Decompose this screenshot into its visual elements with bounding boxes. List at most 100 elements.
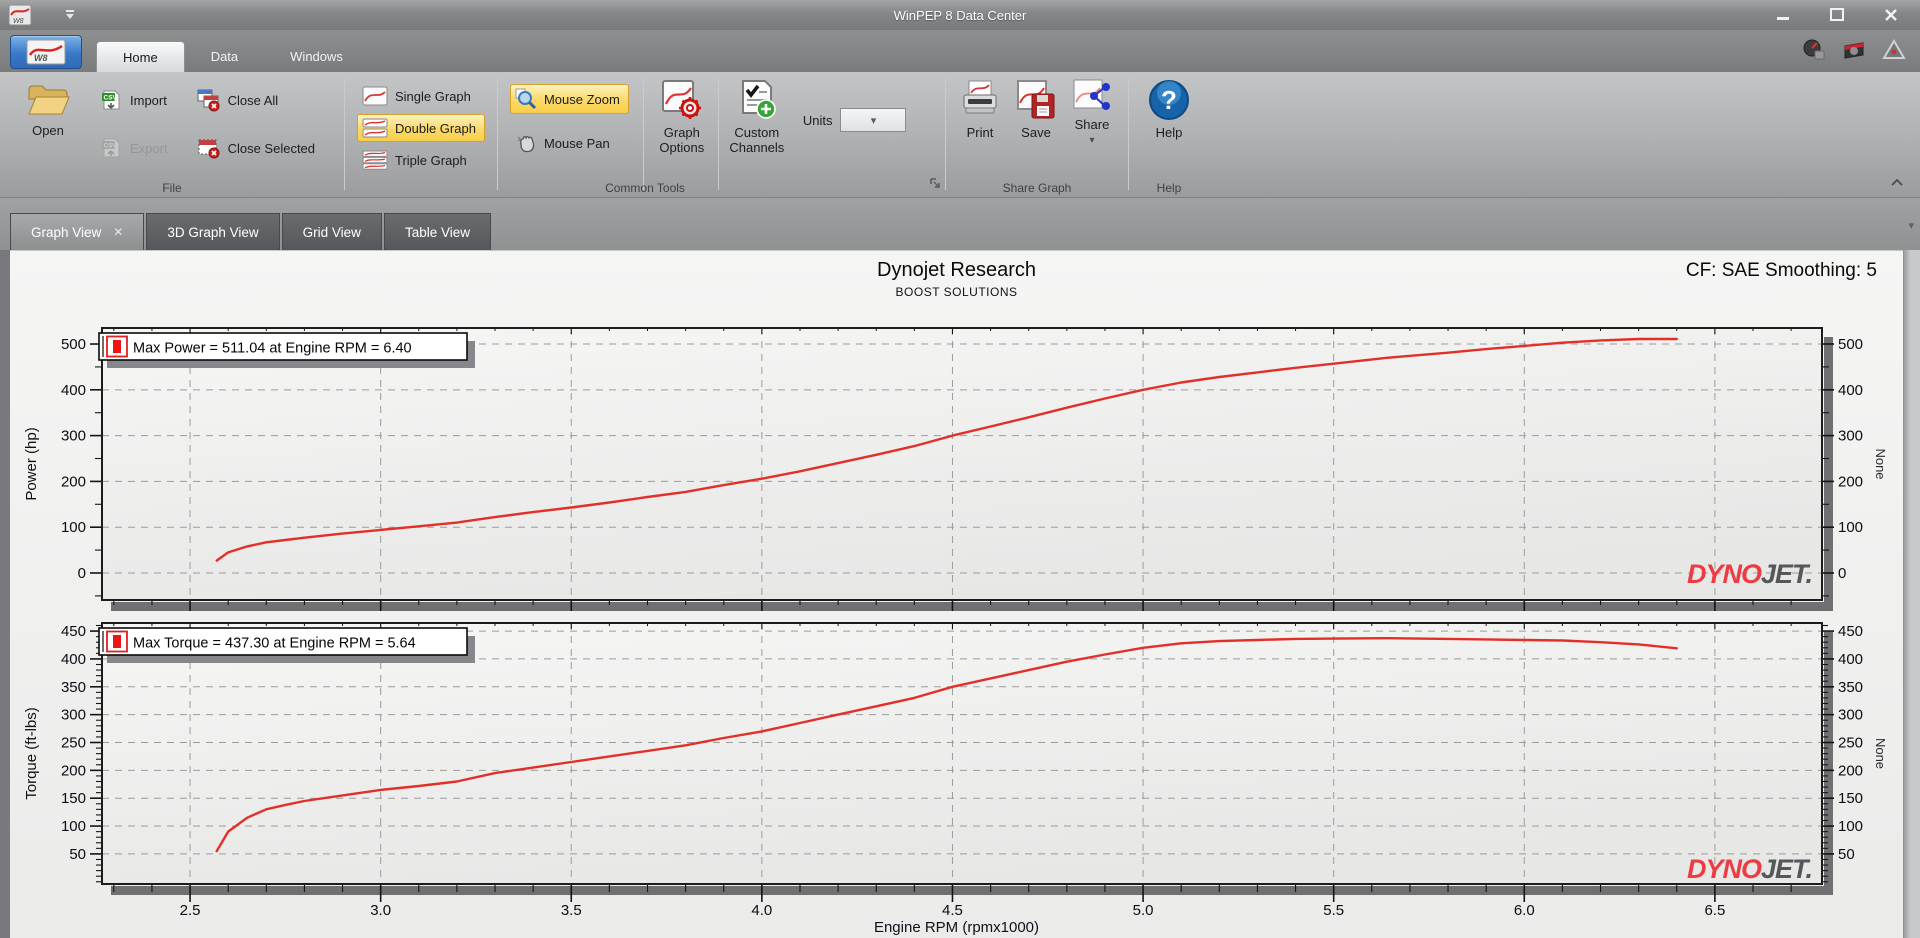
svg-text:300: 300 — [61, 707, 86, 724]
warning-triangle-icon[interactable] — [1882, 38, 1906, 67]
help-button[interactable]: ? Help — [1137, 72, 1201, 140]
app-icon: W8 — [8, 3, 32, 32]
close-all-button[interactable]: Close All — [191, 84, 324, 116]
svg-text:6.5: 6.5 — [1704, 902, 1725, 919]
close-selected-button[interactable]: Close Selected — [191, 132, 324, 164]
ribbon-tabs: Home Data Windows — [96, 41, 369, 72]
close-tab-icon[interactable]: ✕ — [113, 225, 123, 239]
svg-text:200: 200 — [1838, 762, 1863, 779]
graph-title: Dynojet Research — [877, 259, 1036, 281]
power-chart[interactable]: 0 0 100 100 200 200 300 300 400 400 500 500 DYNOJET.… — [10, 307, 1903, 613]
graph-view-canvas: Dynojet Research BOOST SOLUTIONS CF: SAE… — [10, 250, 1903, 938]
svg-text:250: 250 — [61, 734, 86, 751]
ribbon: Open CSV Import CSV Export Close All Clo… — [0, 72, 1920, 198]
ribbon-group-file: Open CSV Import CSV Export Close All Clo… — [0, 72, 344, 197]
svg-text:4.0: 4.0 — [751, 902, 772, 919]
import-button[interactable]: CSV Import — [94, 84, 177, 116]
tab-graph-view[interactable]: Graph View ✕ — [10, 213, 145, 250]
dynojet-watermark: DYNOJET. — [1687, 854, 1812, 884]
custom-channels-icon — [741, 80, 776, 119]
close-all-icon — [197, 89, 220, 112]
help-group-label: Help — [1156, 181, 1182, 195]
svg-text:3.5: 3.5 — [561, 902, 582, 919]
svg-text:150: 150 — [61, 790, 86, 807]
svg-text:W8: W8 — [13, 18, 24, 25]
tab-grid-view[interactable]: Grid View — [281, 213, 382, 250]
svg-text:0: 0 — [1838, 565, 1846, 582]
ribbon-separator — [496, 78, 498, 190]
units-dropdown[interactable]: ▾ — [840, 108, 907, 132]
print-button[interactable]: Print — [952, 72, 1008, 140]
svg-text:400: 400 — [1838, 651, 1863, 668]
share-button[interactable]: Share ▾ — [1064, 72, 1120, 148]
svg-text:100: 100 — [61, 519, 86, 536]
share-icon — [1073, 79, 1110, 110]
svg-text:400: 400 — [61, 651, 86, 668]
single-graph-icon — [362, 86, 388, 106]
gauge-icon[interactable] — [1802, 38, 1826, 67]
import-csv-icon: CSV — [102, 90, 120, 110]
tab-overflow-icon[interactable]: ▾ — [1908, 219, 1914, 232]
ribbon-separator — [717, 78, 719, 190]
ribbon-group-common-tools: Single Graph Double Graph Triple Graph M… — [345, 72, 945, 197]
ribbon-separator — [642, 78, 644, 190]
application-menu-button[interactable]: W8 — [10, 35, 82, 69]
svg-text:300: 300 — [1838, 707, 1863, 724]
svg-text:Max Torque = 437.30 at Engine: Max Torque = 437.30 at Engine RPM = 5.64 — [133, 636, 416, 652]
double-graph-button[interactable]: Double Graph — [357, 114, 485, 142]
file-group-label: File — [162, 181, 182, 195]
svg-text:4.5: 4.5 — [942, 902, 963, 919]
x-axis-title: Engine RPM (rpmx1000) — [873, 919, 1040, 936]
torque-chart[interactable]: 50 50 100 100 150 150 200 200 250 250 300 300 350 350… — [10, 616, 1903, 926]
dialog-launcher-icon[interactable] — [929, 176, 941, 194]
ribbon-collapse-icon[interactable] — [1890, 175, 1904, 193]
graph-options-button[interactable]: Graph Options — [650, 72, 714, 155]
minimize-icon[interactable] — [1770, 6, 1796, 24]
svg-text:200: 200 — [61, 473, 86, 490]
ribbon-tab-windows[interactable]: Windows — [264, 41, 369, 72]
power-y-axis-label: Power (hp) — [23, 427, 40, 500]
tab-3d-graph-view[interactable]: 3D Graph View — [146, 213, 280, 250]
tab-table-view[interactable]: Table View — [383, 213, 491, 250]
ribbon-tab-row: W8 Home Data Windows — [0, 30, 1920, 72]
svg-text:50: 50 — [1838, 846, 1855, 863]
svg-text:350: 350 — [61, 679, 86, 696]
svg-text:?: ? — [1161, 85, 1177, 115]
window-right-edge — [1903, 250, 1920, 938]
mouse-zoom-button[interactable]: Mouse Zoom — [509, 84, 629, 114]
svg-text:2.5: 2.5 — [180, 902, 201, 919]
save-button[interactable]: Save — [1008, 72, 1064, 140]
share-group-label: Share Graph — [1002, 181, 1072, 195]
print-icon — [963, 80, 997, 114]
save-icon — [1017, 80, 1055, 119]
mouse-pan-icon — [517, 135, 535, 153]
svg-text:6.0: 6.0 — [1514, 902, 1535, 919]
torque-legend: Max Torque = 437.30 at Engine RPM = 5.64 — [98, 627, 475, 663]
svg-text:0: 0 — [78, 565, 86, 582]
quick-access-dropdown-icon[interactable] — [64, 8, 76, 26]
svg-text:100: 100 — [1838, 519, 1863, 536]
chevron-down-icon: ▾ — [1089, 135, 1095, 146]
mouse-pan-button[interactable]: Mouse Pan — [510, 128, 629, 158]
svg-text:150: 150 — [1838, 790, 1863, 807]
svg-text:5.5: 5.5 — [1323, 902, 1344, 919]
close-icon[interactable] — [1878, 6, 1904, 24]
single-graph-button[interactable]: Single Graph — [357, 82, 485, 110]
torque-y-axis-label: Torque (ft-lbs) — [23, 707, 40, 800]
triple-graph-button[interactable]: Triple Graph — [357, 146, 485, 174]
open-button[interactable]: Open — [16, 72, 80, 138]
power-plot-area[interactable] — [102, 328, 1822, 600]
ribbon-tab-data[interactable]: Data — [185, 41, 264, 72]
maximize-icon[interactable] — [1824, 6, 1850, 24]
svg-text:50: 50 — [69, 846, 86, 863]
dyno-drum-icon[interactable] — [1842, 38, 1866, 67]
help-icon: ? — [1149, 80, 1189, 120]
ribbon-tab-home[interactable]: Home — [96, 41, 185, 72]
chevron-down-icon: ▾ — [870, 114, 877, 127]
power-legend: Max Power = 511.04 at Engine RPM = 6.40 — [98, 332, 475, 368]
custom-channels-button[interactable]: Custom Channels — [725, 72, 789, 155]
double-graph-icon — [362, 118, 388, 138]
svg-text:Max Power = 511.04 at Engine R: Max Power = 511.04 at Engine RPM = 6.40 — [133, 341, 412, 357]
svg-text:400: 400 — [61, 382, 86, 399]
export-button[interactable]: CSV Export — [94, 132, 177, 164]
